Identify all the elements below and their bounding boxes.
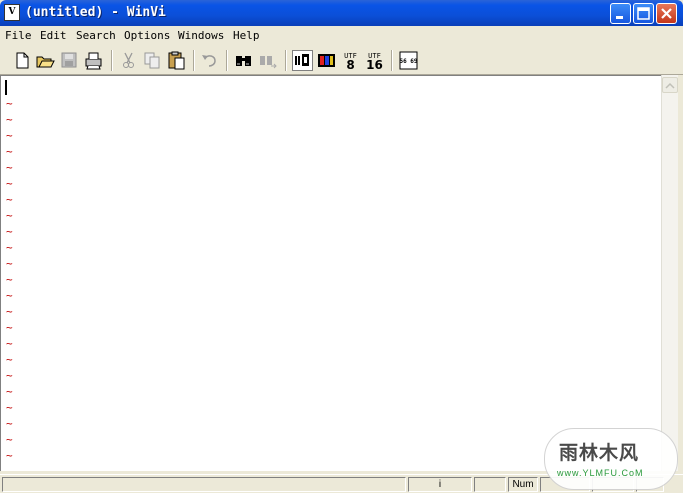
watermark-logo: 雨林木风	[559, 442, 640, 464]
copy-button[interactable]	[142, 50, 163, 71]
empty-line-marker: ~	[6, 369, 13, 382]
status-mode-indicator: i	[408, 477, 472, 492]
empty-line-marker: ~	[6, 177, 13, 190]
toolbar-separator	[226, 50, 228, 71]
title-bar[interactable]: V (untitled) - WinVi	[0, 0, 683, 26]
toolbar-separator	[111, 50, 113, 71]
close-icon	[661, 8, 672, 19]
print-button[interactable]	[83, 50, 104, 71]
menu-windows[interactable]: Windows	[178, 29, 224, 42]
svg-text:8: 8	[346, 58, 354, 71]
empty-line-marker: ~	[6, 193, 13, 206]
utf8-button[interactable]: UTF 8	[340, 50, 361, 72]
maximize-icon	[637, 7, 650, 20]
empty-line-marker: ~	[6, 401, 13, 414]
empty-line-marker: ~	[6, 161, 13, 174]
chevron-up-icon	[665, 82, 675, 89]
empty-line-marker: ~	[6, 305, 13, 318]
save-disk-icon	[61, 52, 77, 68]
status-num-lock: Num	[508, 477, 538, 492]
watermark-url: www.YLMFU.CoM	[557, 468, 644, 478]
toolbar-separator	[193, 50, 195, 71]
binoculars-icon	[236, 56, 251, 66]
menu-bar: File Edit Search Options Windows Help	[0, 26, 683, 46]
empty-line-marker: ~	[6, 385, 13, 398]
empty-line-marker: ~	[6, 97, 13, 110]
utf16-icon: UTF 16	[366, 52, 383, 72]
find-button[interactable]	[233, 50, 254, 71]
status-empty-panel	[474, 477, 506, 492]
editor-text-area[interactable]: ~ ~ ~ ~ ~ ~ ~ ~ ~ ~ ~ ~ ~ ~ ~ ~ ~ ~ ~ ~ …	[0, 75, 661, 471]
status-message-panel	[2, 477, 406, 492]
menu-file[interactable]: File	[5, 29, 32, 42]
empty-line-marker: ~	[6, 417, 13, 430]
close-button[interactable]	[656, 3, 677, 24]
color-mode-icon	[318, 54, 335, 67]
empty-line-marker: ~	[6, 129, 13, 142]
menu-search[interactable]: Search	[76, 29, 116, 42]
toolbar: UTF 8 UTF 16 56 69	[0, 46, 683, 75]
empty-line-marker: ~	[6, 145, 13, 158]
empty-line-marker: ~	[6, 113, 13, 126]
minimize-button[interactable]	[610, 3, 631, 24]
toolbar-separator	[285, 50, 287, 71]
printer-icon	[85, 52, 102, 70]
empty-line-marker: ~	[6, 433, 13, 446]
winvi-window: V (untitled) - WinVi File Edit Search Op…	[0, 0, 683, 493]
vertical-scrollbar[interactable]	[661, 75, 678, 471]
open-folder-icon	[36, 56, 55, 68]
svg-text:16: 16	[366, 58, 383, 71]
scissors-icon	[123, 52, 134, 68]
clipboard-icon	[168, 51, 185, 70]
utf16-button[interactable]: UTF 16	[364, 50, 385, 72]
empty-line-marker: ~	[6, 289, 13, 302]
utf8-icon: UTF 8	[344, 52, 357, 72]
hex-mode-button[interactable]: 56 69	[398, 50, 419, 71]
empty-line-marker: ~	[6, 337, 13, 350]
find-next-button[interactable]	[257, 50, 278, 71]
color-mode-button[interactable]	[316, 50, 337, 71]
cut-button[interactable]	[118, 50, 139, 71]
empty-line-marker: ~	[6, 225, 13, 238]
new-file-button[interactable]	[12, 50, 33, 71]
maximize-button[interactable]	[633, 3, 654, 24]
menu-help[interactable]: Help	[233, 29, 260, 42]
svg-text:56 69: 56 69	[399, 58, 417, 65]
empty-line-marker: ~	[6, 257, 13, 270]
empty-line-marker: ~	[6, 353, 13, 366]
empty-line-marker: ~	[6, 273, 13, 286]
hex-mode-icon: 56 69	[399, 51, 418, 70]
window-title: (untitled) - WinVi	[25, 5, 166, 20]
empty-line-marker: ~	[6, 449, 13, 462]
paste-button[interactable]	[166, 50, 187, 71]
menu-edit[interactable]: Edit	[40, 29, 67, 42]
undo-icon	[202, 55, 216, 67]
empty-line-marker: ~	[6, 321, 13, 334]
minimize-icon	[616, 16, 623, 19]
save-button[interactable]	[59, 50, 80, 71]
toolbar-separator	[391, 50, 393, 71]
empty-line-marker: ~	[6, 209, 13, 222]
copy-icon	[144, 52, 160, 69]
open-file-button[interactable]	[35, 50, 56, 71]
empty-line-marker: ~	[6, 241, 13, 254]
undo-button[interactable]	[199, 50, 220, 71]
new-file-icon	[16, 52, 29, 69]
find-next-icon	[260, 56, 277, 69]
text-caret	[5, 80, 7, 95]
scroll-up-button[interactable]	[662, 77, 678, 93]
text-mode-button[interactable]	[292, 50, 313, 71]
app-icon[interactable]: V	[4, 4, 20, 21]
text-mode-icon	[295, 54, 309, 66]
menu-options[interactable]: Options	[124, 29, 170, 42]
